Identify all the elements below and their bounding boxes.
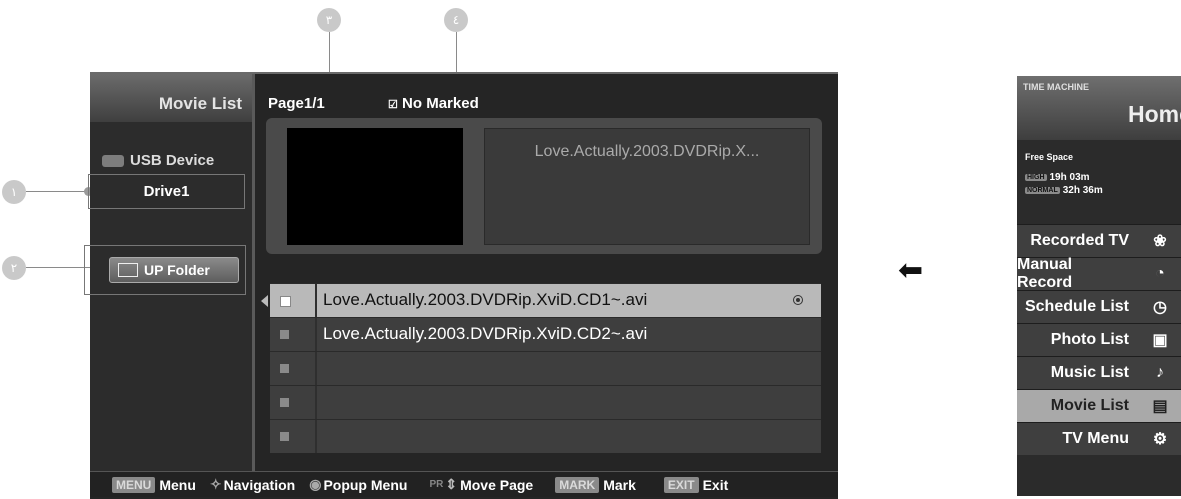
menu-item-label: Schedule List: [1024, 298, 1129, 315]
time-machine-header: TIME MACHINE Home: [1017, 76, 1181, 140]
callout-1-line: [26, 191, 88, 192]
menu-item-tv-menu[interactable]: TV Menu ⚙: [1017, 422, 1181, 455]
normal-tag: NORMAL: [1025, 187, 1060, 194]
left-arrow-icon: ⬅: [898, 254, 924, 287]
callout-3: ٣: [317, 8, 341, 32]
exit-key: EXIT: [663, 476, 699, 493]
pr-updown-icon: ⇕: [445, 476, 458, 492]
video-thumbnail: [287, 128, 463, 245]
callout-2: ٢: [2, 256, 26, 280]
row-divider: [315, 318, 317, 351]
menu-item-photo-list[interactable]: Photo List ▣: [1017, 323, 1181, 356]
usb-icon: [102, 154, 124, 167]
file-row[interactable]: [270, 351, 821, 385]
popup-label: Popup Menu: [323, 476, 408, 493]
menu-item-schedule-list[interactable]: Schedule List ◷: [1017, 290, 1181, 323]
drive-item[interactable]: Drive1: [88, 174, 245, 209]
menu-item-manual-record[interactable]: Manual Record ◔: [1017, 256, 1181, 291]
file-row[interactable]: [270, 419, 821, 453]
high-value: 19h 03m: [1049, 172, 1090, 183]
high-tag: HIGH: [1025, 174, 1047, 181]
file-checkbox[interactable]: [280, 398, 289, 407]
film-reel-icon: ❀: [1153, 233, 1167, 250]
file-row[interactable]: [270, 385, 821, 419]
row-divider: [315, 284, 317, 317]
file-name: Love.Actually.2003.DVDRip.XviD.CD1~.avi: [323, 290, 648, 309]
mark-key: MARK: [555, 476, 600, 493]
up-folder-label: UP Folder: [144, 262, 210, 278]
time-machine-menu: TIME MACHINE Home Free Space HIGH 19h 03…: [1017, 76, 1181, 496]
move-page-label: Move Page: [460, 476, 534, 493]
folder-up-icon: [118, 263, 138, 277]
menu-label: Menu: [159, 476, 196, 493]
menu-item-label: TV Menu: [1062, 430, 1129, 447]
file-row[interactable]: Love.Actually.2003.DVDRip.XviD.CD2~.avi: [270, 317, 821, 351]
screen-title: Movie List: [158, 94, 242, 113]
file-checkbox[interactable]: [280, 364, 289, 373]
ok-button-icon: ◉: [309, 476, 322, 492]
exit-label: Exit: [702, 476, 729, 493]
navigation-icon: ✧: [209, 476, 222, 492]
music-note-icon: ♪: [1156, 364, 1164, 381]
navigation-label: Navigation: [223, 476, 296, 493]
playing-indicator-icon: [793, 295, 803, 305]
mark-label: Mark: [603, 476, 636, 493]
checkbox-icon: ☑: [388, 99, 398, 111]
row-divider: [315, 420, 317, 453]
menu-item-music-list[interactable]: Music List ♪: [1017, 356, 1181, 389]
left-panel: Movie List USB Device Drive1 UP Folder: [84, 74, 255, 496]
help-menu[interactable]: MENU Menu: [112, 476, 196, 493]
preview-filename: Love.Actually.2003.DVDRip.X...: [534, 143, 760, 160]
normal-value: 32h 36m: [1062, 185, 1103, 196]
home-title: Home: [1128, 101, 1181, 127]
marked-status: ☑ No Marked: [388, 95, 479, 112]
menu-item-label: Movie List: [1050, 397, 1129, 414]
screen-title-tab: Movie List: [90, 74, 252, 122]
high-quality-space: HIGH 19h 03m: [1025, 172, 1090, 183]
file-checkbox[interactable]: [280, 296, 291, 307]
menu-item-label: Manual Record: [1017, 256, 1073, 291]
help-exit[interactable]: EXIT Exit: [663, 476, 729, 493]
menu-item-recorded-tv[interactable]: Recorded TV ❀: [1017, 224, 1181, 257]
file-row[interactable]: Love.Actually.2003.DVDRip.XviD.CD1~.avi: [270, 283, 821, 317]
file-name: Love.Actually.2003.DVDRip.XviD.CD2~.avi: [323, 324, 648, 343]
page-indicator: Page1/1: [268, 95, 325, 112]
usb-device-label: USB Device: [130, 152, 215, 169]
selection-arrow-icon: [261, 295, 268, 307]
menu-key: MENU: [112, 476, 156, 493]
pr-key: PR: [429, 479, 444, 490]
menu-item-label: Photo List: [1050, 331, 1129, 348]
help-bar: MENU Menu ✧ Navigation ◉ Popup Menu PR ⇕…: [90, 471, 838, 497]
help-move-page[interactable]: PR ⇕ Move Page: [429, 476, 533, 493]
menu-item-label: Music List: [1050, 364, 1129, 381]
help-popup[interactable]: ◉ Popup Menu: [309, 476, 407, 493]
free-space-label: Free Space: [1025, 152, 1074, 162]
help-navigation[interactable]: ✧ Navigation: [210, 476, 295, 493]
row-divider: [315, 352, 317, 385]
gears-icon: ⚙: [1152, 431, 1168, 448]
callout-4: ٤: [444, 8, 468, 32]
clock-icon: ◔: [1155, 265, 1165, 282]
callout-1: ١: [2, 180, 26, 204]
row-divider: [315, 386, 317, 419]
file-checkbox[interactable]: [280, 432, 289, 441]
schedule-icon: ◷: [1153, 299, 1167, 316]
up-folder-button[interactable]: UP Folder: [109, 257, 239, 283]
movie-icon: ▤: [1152, 398, 1168, 415]
usb-device-row: USB Device: [102, 152, 214, 169]
photo-icon: ▣: [1152, 332, 1168, 349]
movie-list-screen: Movie List USB Device Drive1 UP Folder P…: [84, 72, 838, 499]
marked-status-text: No Marked: [402, 95, 479, 112]
file-checkbox[interactable]: [280, 330, 289, 339]
menu-item-movie-list[interactable]: Movie List ▤: [1017, 389, 1181, 422]
normal-quality-space: NORMAL 32h 36m: [1025, 185, 1103, 196]
file-info-box: Love.Actually.2003.DVDRip.X...: [484, 128, 810, 245]
help-mark[interactable]: MARK Mark: [555, 476, 636, 493]
menu-item-label: Recorded TV: [1030, 232, 1129, 249]
time-machine-label: TIME MACHINE: [1023, 82, 1089, 92]
